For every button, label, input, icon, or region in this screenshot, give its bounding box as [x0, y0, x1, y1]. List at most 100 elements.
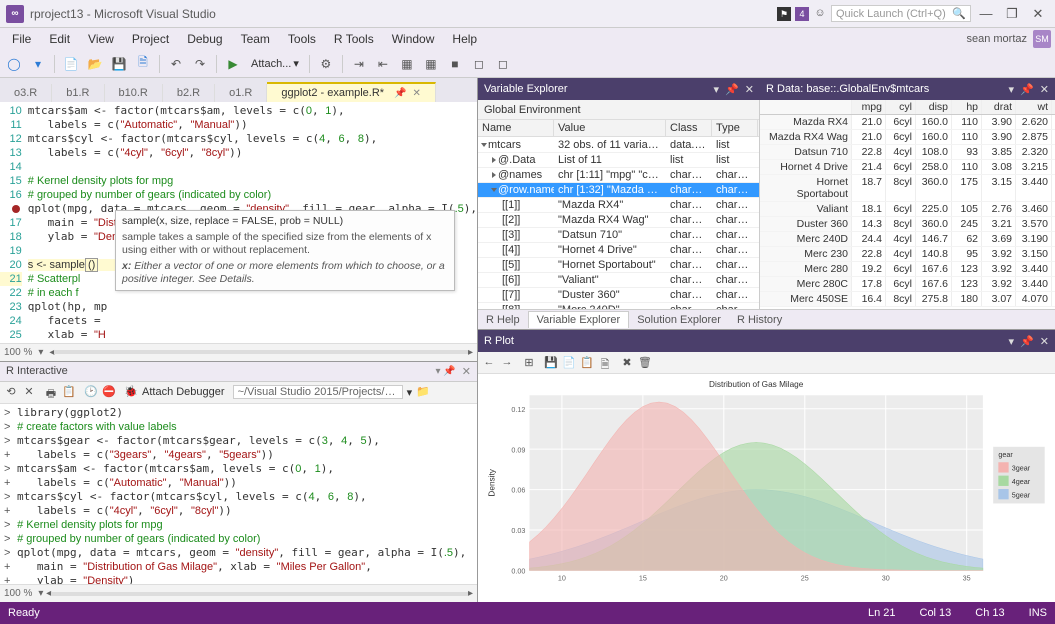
rdata-row[interactable]: Valiant18.16cyl225.01052.763.460	[760, 202, 1055, 217]
nav-back-icon[interactable]: ◯	[4, 54, 24, 74]
stop-icon[interactable]: ⛔	[102, 385, 116, 399]
panel-close-icon[interactable]: ✕	[462, 365, 471, 378]
save-icon[interactable]: 💾	[109, 54, 129, 74]
menu-tools[interactable]: Tools	[280, 30, 324, 48]
rdata-row[interactable]: Mazda RX421.06cyl160.01103.902.620	[760, 115, 1055, 130]
menu-project[interactable]: Project	[124, 30, 177, 48]
working-dir-dropdown[interactable]: ~/Visual Studio 2015/Projects/rproject13…	[233, 385, 403, 399]
horizontal-scrollbar[interactable]	[51, 592, 468, 596]
close-icon[interactable]: ✕	[1040, 335, 1049, 348]
bug-icon[interactable]: 🐞	[124, 385, 138, 399]
restore-button[interactable]: ❐	[1001, 6, 1023, 22]
tab-b10[interactable]: b10.R	[105, 84, 163, 102]
nav-fwd-icon[interactable]: ▾	[28, 54, 48, 74]
rdata-row[interactable]: Hornet Sportabout18.78cyl360.01753.153.4…	[760, 175, 1055, 202]
history-icon[interactable]: 🕑	[84, 385, 98, 399]
attach-debugger-button[interactable]: Attach Debugger	[142, 386, 225, 398]
clear-all-icon[interactable]: 🗑	[638, 356, 652, 370]
console-zoom[interactable]: 100 %	[4, 588, 32, 599]
variable-tree[interactable]: Global Environment Name Value Class Type…	[478, 100, 760, 309]
grid-icon[interactable]: ⊞	[522, 356, 536, 370]
tool-icon-3[interactable]: ⇤	[373, 54, 393, 74]
tab-o3[interactable]: o3.R	[0, 84, 52, 102]
ve-tab[interactable]: Solution Explorer	[629, 312, 729, 328]
rdata-row[interactable]: Mazda RX4 Wag21.06cyl160.01103.902.875	[760, 130, 1055, 145]
pin-icon[interactable]: 📌	[725, 83, 739, 96]
ve-row[interactable]: [[6]]"Valiant"charactecharacte	[478, 273, 759, 288]
undo-icon[interactable]: ↶	[166, 54, 186, 74]
rdata-row[interactable]: Hornet 4 Drive21.46cyl258.01103.083.215	[760, 160, 1055, 175]
tool-icon-4[interactable]: ▦	[397, 54, 417, 74]
ve-row[interactable]: [[5]]"Hornet Sportabout"charactecharacte	[478, 258, 759, 273]
horizontal-scrollbar[interactable]	[54, 350, 468, 354]
tab-close-icon[interactable]: ✕	[413, 88, 421, 99]
reset-icon[interactable]: ⟲	[4, 385, 18, 399]
save-all-icon[interactable]: 🗎	[133, 54, 153, 74]
pin-icon[interactable]: ▾ 📌	[436, 366, 456, 377]
menu-debug[interactable]: Debug	[179, 30, 230, 48]
forward-icon[interactable]: →	[500, 356, 514, 370]
copy-icon[interactable]: 📋	[62, 385, 76, 399]
rdata-row[interactable]: Duster 36014.38cyl360.02453.213.570	[760, 217, 1055, 232]
ve-row[interactable]: @.DataList of 11listlist	[478, 153, 759, 168]
ve-row[interactable]: mtcars32 obs. of 11 variables 🔍data.fran…	[478, 137, 759, 153]
menu-rtools[interactable]: R Tools	[326, 30, 382, 48]
rdata-row[interactable]: Datsun 71022.84cyl108.0933.852.320	[760, 145, 1055, 160]
pin-icon[interactable]: 📌	[394, 88, 406, 99]
dropdown-icon[interactable]: ▾	[714, 83, 720, 96]
dropdown-icon[interactable]: ▾	[1009, 83, 1015, 96]
close-icon[interactable]: ✕	[745, 83, 754, 96]
open-icon[interactable]: 📂	[85, 54, 105, 74]
dropdown-icon[interactable]: ▾	[1009, 335, 1015, 348]
rdata-row[interactable]: Merc 240D24.44cyl146.7623.693.190	[760, 232, 1055, 247]
scope-label[interactable]: Global Environment	[478, 100, 759, 120]
signed-in-user[interactable]: sean mortaz	[966, 33, 1027, 45]
chevron-down-icon[interactable]: ▾	[38, 347, 43, 358]
tool-icon-1[interactable]: ⚙	[316, 54, 336, 74]
menu-help[interactable]: Help	[444, 30, 485, 48]
rdata-row[interactable]: Merc 280C17.86cyl167.61233.923.440	[760, 277, 1055, 292]
ve-row[interactable]: [[2]]"Mazda RX4 Wag"charactecharacte	[478, 213, 759, 228]
pin-icon[interactable]: 📌	[1020, 335, 1034, 348]
tab-b1[interactable]: b1.R	[52, 84, 104, 102]
user-avatar[interactable]: SM	[1033, 30, 1051, 48]
close-icon[interactable]: ✕	[1040, 83, 1049, 96]
notification-badge[interactable]: 4	[795, 7, 809, 21]
start-icon[interactable]: ▶	[223, 54, 243, 74]
back-icon[interactable]: ←	[482, 356, 496, 370]
ve-row[interactable]: @nameschr [1:11] "mpg" "cyl" "disp"chara…	[478, 168, 759, 183]
r-console[interactable]: > library(ggplot2) > # create factors wi…	[0, 404, 477, 585]
redo-icon[interactable]: ↷	[190, 54, 210, 74]
remove-icon[interactable]: ✖	[620, 356, 634, 370]
rdata-row[interactable]: Merc 23022.84cyl140.8953.923.150	[760, 247, 1055, 262]
print-icon[interactable]: 🖶	[44, 385, 58, 399]
minimize-button[interactable]: —	[975, 6, 997, 21]
menu-edit[interactable]: Edit	[41, 30, 78, 48]
rdata-row[interactable]: Merc 28019.26cyl167.61233.923.440	[760, 262, 1055, 277]
ve-row[interactable]: @row.namechr [1:32] "Mazda RX4" "Machara…	[478, 183, 759, 198]
tab-b2[interactable]: b2.R	[163, 84, 215, 102]
tool-icon-5[interactable]: ▦	[421, 54, 441, 74]
flag-icon[interactable]: ⚑	[777, 7, 791, 21]
menu-file[interactable]: File	[4, 30, 39, 48]
copy-plot-icon[interactable]: 📋	[580, 356, 594, 370]
copy2-icon[interactable]: 🗎	[598, 356, 612, 370]
rdata-row[interactable]: Merc 450SE16.48cyl275.81803.074.070	[760, 292, 1055, 307]
ve-row[interactable]: [[3]]"Datsun 710"charactecharacte	[478, 228, 759, 243]
menu-window[interactable]: Window	[384, 30, 443, 48]
pdf-icon[interactable]: 📄	[562, 356, 576, 370]
code-editor[interactable]: 101112131415161718192021222324252627 mtc…	[0, 102, 477, 343]
ve-tab[interactable]: Variable Explorer	[528, 311, 630, 328]
tool-icon-7[interactable]: ◻	[469, 54, 489, 74]
export-icon[interactable]: 💾	[544, 356, 558, 370]
tool-icon-2[interactable]: ⇥	[349, 54, 369, 74]
editor-zoom[interactable]: 100 %	[4, 347, 32, 358]
rdata-grid[interactable]: mpg cyl disp hp drat wt Mazda RX421.06cy…	[760, 100, 1055, 309]
menu-team[interactable]: Team	[233, 30, 278, 48]
tool-icon-6[interactable]: ■	[445, 54, 465, 74]
ve-row[interactable]: [[7]]"Duster 360"charactecharacte	[478, 288, 759, 303]
clear-icon[interactable]: ✕	[22, 385, 36, 399]
tab-o1[interactable]: o1.R	[215, 84, 267, 102]
close-button[interactable]: ✕	[1027, 6, 1049, 22]
attach-button[interactable]: Attach... ▾	[247, 57, 303, 70]
